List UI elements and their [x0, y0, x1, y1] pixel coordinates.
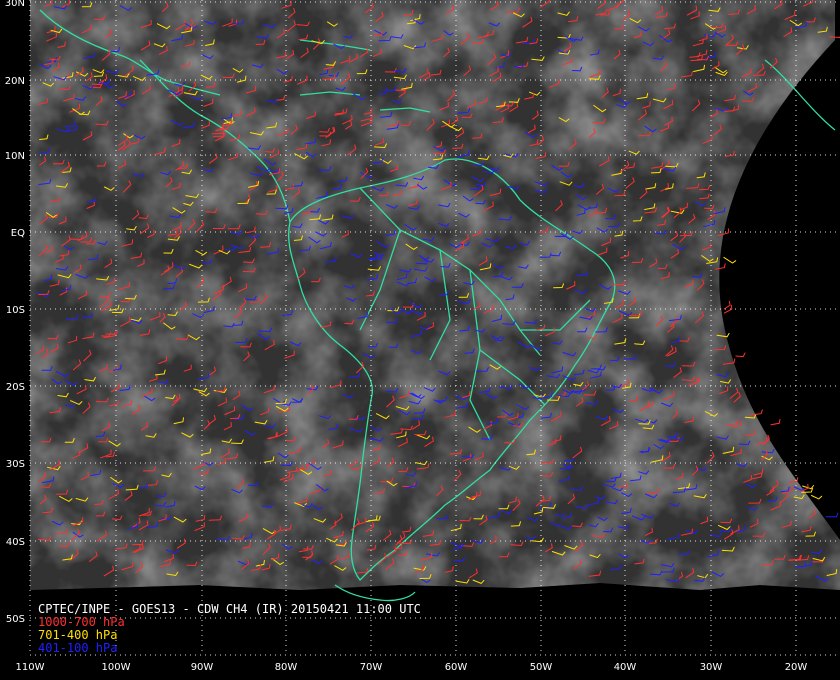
longitude-label: 60W: [445, 662, 468, 673]
longitude-label: 110W: [16, 662, 45, 673]
latitude-label: 20S: [6, 382, 25, 393]
latitude-label: 40S: [6, 537, 25, 548]
latitude-label: 10S: [6, 305, 25, 316]
longitude-label: 80W: [275, 662, 298, 673]
latitude-label: 20N: [5, 76, 25, 87]
latitude-label: 30N: [5, 0, 25, 9]
satellite-wind-map: 30N 20N 10N EQ 10S 20S 30S 40S 50S 110W 100W 90W 80…: [0, 0, 840, 680]
longitude-label: 90W: [191, 662, 214, 673]
longitude-label: 20W: [785, 662, 808, 673]
latitude-label: 50S: [6, 614, 25, 625]
legend-high-level: 401-100 hPa: [38, 641, 118, 655]
image-caption: CPTEC/INPE - GOES13 - CDW CH4 (IR) 20150…: [38, 603, 421, 655]
longitude-label: 30W: [700, 662, 723, 673]
longitude-label: 40W: [614, 662, 637, 673]
latitude-label: 30S: [6, 459, 25, 470]
longitude-label: 70W: [360, 662, 383, 673]
latitude-label: EQ: [11, 228, 25, 239]
longitude-label: 100W: [102, 662, 131, 673]
latitude-label: 10N: [5, 151, 25, 162]
longitude-label: 50W: [530, 662, 553, 673]
